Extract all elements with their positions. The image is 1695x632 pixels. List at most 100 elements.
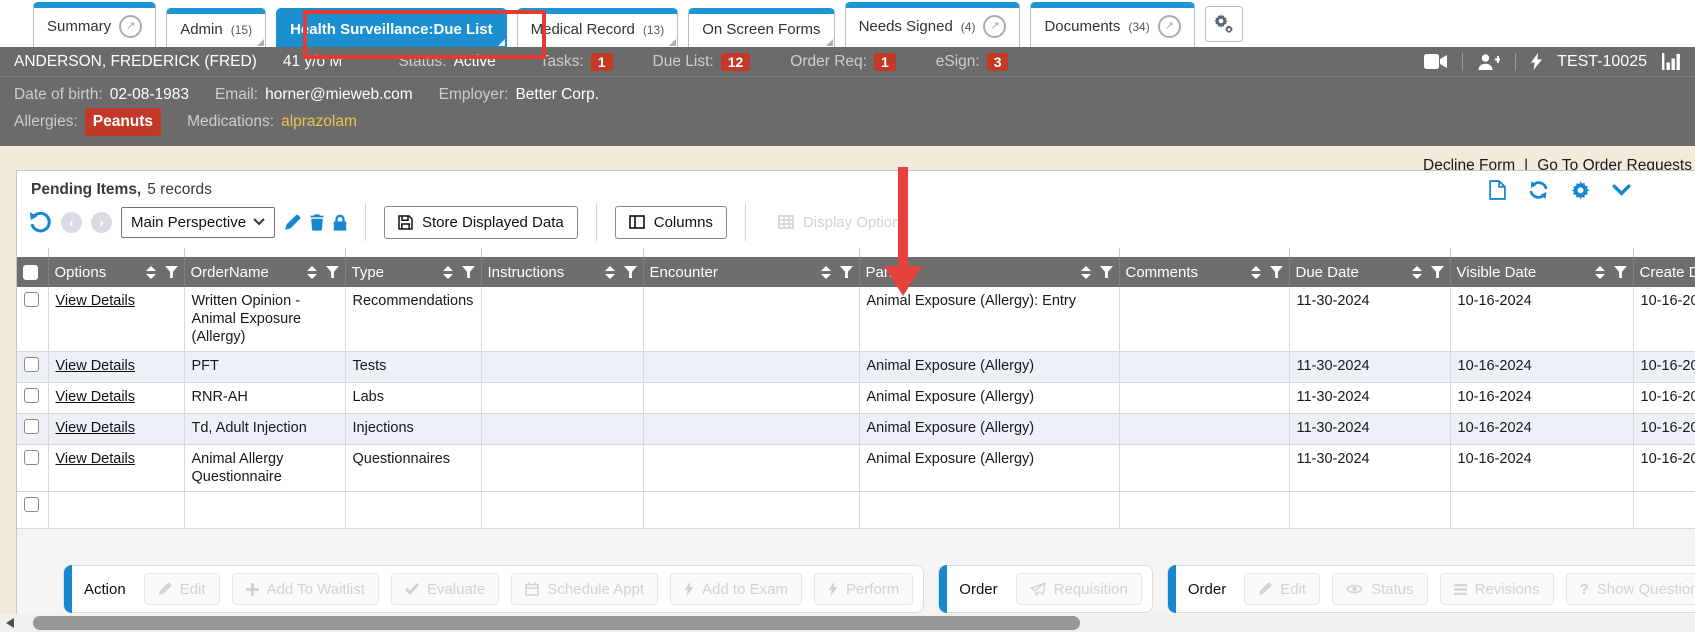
gear-icon[interactable]	[1571, 181, 1590, 200]
eye-icon	[1346, 583, 1363, 595]
edit-perspective-pencil-icon[interactable]	[284, 214, 301, 231]
filter-funnel-icon[interactable]	[1614, 266, 1627, 278]
header-cell-content: Encounter	[650, 264, 853, 281]
bar-chart-icon[interactable]	[1662, 53, 1681, 70]
column-header-comments[interactable]: Comments	[1119, 257, 1289, 287]
tab-medical-record[interactable]: Medical Record(13)	[517, 8, 679, 47]
filter-funnel-icon[interactable]	[1270, 266, 1283, 278]
sort-icon[interactable]	[1595, 266, 1605, 279]
column-header-visible_date[interactable]: Visible Date	[1450, 257, 1633, 287]
empty-cell	[481, 492, 643, 529]
filter-funnel-icon[interactable]	[1431, 266, 1444, 278]
view-details-link[interactable]: View Details	[56, 293, 136, 309]
column-header-create_date[interactable]: Create Date	[1633, 257, 1695, 287]
perspective-select[interactable]: Main Perspective	[121, 207, 275, 238]
strip-cell	[859, 248, 1119, 257]
row-checkbox[interactable]	[24, 357, 39, 372]
collapse-chevron-down-icon[interactable]	[1612, 184, 1631, 196]
panel-title: Pending Items,	[31, 181, 141, 199]
row-checkbox[interactable]	[24, 419, 39, 434]
column-header-options[interactable]: Options	[48, 257, 184, 287]
tab-needs-signed[interactable]: Needs Signed(4)↗	[845, 2, 1021, 47]
cell-comments	[1119, 445, 1289, 492]
sort-icon[interactable]	[1412, 266, 1422, 279]
tab-health-surveillance-due-list[interactable]: Health Surveillance:Due List	[276, 8, 507, 47]
open-in-new-icon[interactable]: ↗	[1158, 15, 1181, 38]
row-checkbox[interactable]	[24, 450, 39, 465]
tab-admin[interactable]: Admin(15)	[166, 8, 266, 47]
select-all-checkbox[interactable]	[23, 265, 38, 280]
row-checkbox[interactable]	[24, 388, 39, 403]
allergy-badge[interactable]: Peanuts	[85, 108, 161, 136]
horizontal-scrollbar[interactable]	[0, 614, 1695, 632]
show-questions-button: ?Show Questions	[1566, 573, 1695, 605]
scroll-left-arrow[interactable]	[6, 618, 14, 628]
delete-perspective-trash-icon[interactable]	[310, 214, 324, 231]
lightning-bolt-icon[interactable]	[1531, 53, 1542, 70]
sort-up-arrow	[821, 266, 831, 271]
header-cell-content: Comments	[1126, 264, 1283, 281]
row-select-cell	[17, 287, 48, 352]
sort-icon[interactable]	[605, 266, 615, 279]
sort-icon[interactable]	[821, 266, 831, 279]
columns-button[interactable]: Columns	[615, 206, 727, 239]
bolt-icon	[828, 582, 838, 596]
new-row-checkbox[interactable]	[24, 497, 39, 512]
revisions-button: Revisions	[1440, 573, 1554, 605]
scrollbar-thumb[interactable]	[33, 616, 1080, 630]
view-details-link[interactable]: View Details	[56, 389, 136, 405]
table-row: View DetailsPFTTestsAnimal Exposure (All…	[17, 352, 1695, 383]
refresh-icon[interactable]	[1528, 181, 1549, 199]
filter-funnel-icon[interactable]	[840, 266, 853, 278]
column-header-panel[interactable]: Panel	[859, 257, 1119, 287]
filter-funnel-icon[interactable]	[624, 266, 637, 278]
header-cell-content: OrderName	[191, 264, 339, 281]
undo-icon[interactable]	[29, 212, 52, 233]
button-label: Show Questions	[1597, 581, 1695, 598]
view-details-link[interactable]: View Details	[56, 358, 136, 374]
store-displayed-data-button[interactable]: Store Displayed Data	[384, 206, 578, 239]
column-header-type[interactable]: Type	[345, 257, 481, 287]
chart-settings-gears-button[interactable]	[1205, 6, 1243, 42]
video-camera-icon[interactable]	[1424, 54, 1447, 69]
open-in-new-icon[interactable]: ↗	[119, 15, 142, 38]
filter-funnel-icon[interactable]	[165, 266, 178, 278]
add-person-icon[interactable]	[1478, 54, 1500, 70]
counter-badge[interactable]: 1	[874, 53, 896, 71]
column-header-instructions[interactable]: Instructions	[481, 257, 643, 287]
header-cell-content: Create Date	[1640, 264, 1695, 281]
tab-label: Medical Record	[531, 21, 635, 38]
tab-documents[interactable]: Documents(34)↗	[1030, 2, 1194, 47]
tab-summary[interactable]: Summary↗	[33, 2, 156, 47]
sort-icon[interactable]	[1081, 266, 1091, 279]
open-in-new-icon[interactable]: ↗	[983, 15, 1006, 38]
column-header-order_name[interactable]: OrderName	[184, 257, 345, 287]
medication-value[interactable]: alprazolam	[281, 109, 357, 135]
sort-icon[interactable]	[1251, 266, 1261, 279]
lock-perspective-icon[interactable]	[333, 214, 347, 231]
sort-icon[interactable]	[443, 266, 453, 279]
filter-funnel-icon[interactable]	[462, 266, 475, 278]
previous-perspective-button[interactable]: ‹	[61, 212, 82, 233]
row-select-cell	[17, 352, 48, 383]
cell-instructions	[481, 287, 643, 352]
allergies-label: Allergies:	[14, 109, 78, 135]
column-header-due_date[interactable]: Due Date	[1289, 257, 1450, 287]
filter-funnel-icon[interactable]	[1100, 266, 1113, 278]
tab-on-screen-forms[interactable]: On Screen Forms	[688, 8, 834, 47]
row-checkbox[interactable]	[24, 292, 39, 307]
counter-badge[interactable]: 1	[591, 53, 613, 71]
next-perspective-button[interactable]: ›	[91, 212, 112, 233]
panel-record-count: 5 records	[147, 181, 212, 199]
cell-panel: Animal Exposure (Allergy)	[859, 414, 1119, 445]
filter-funnel-icon[interactable]	[326, 266, 339, 278]
new-document-icon[interactable]	[1489, 180, 1506, 200]
sort-icon[interactable]	[146, 266, 156, 279]
counter-badge[interactable]: 3	[987, 53, 1009, 71]
counter-badge[interactable]: 12	[721, 53, 751, 71]
sort-icon[interactable]	[307, 266, 317, 279]
column-header-encounter[interactable]: Encounter	[643, 257, 859, 287]
view-details-link[interactable]: View Details	[56, 451, 136, 467]
cell-visible_date: 10-16-2024	[1450, 287, 1633, 352]
view-details-link[interactable]: View Details	[56, 420, 136, 436]
